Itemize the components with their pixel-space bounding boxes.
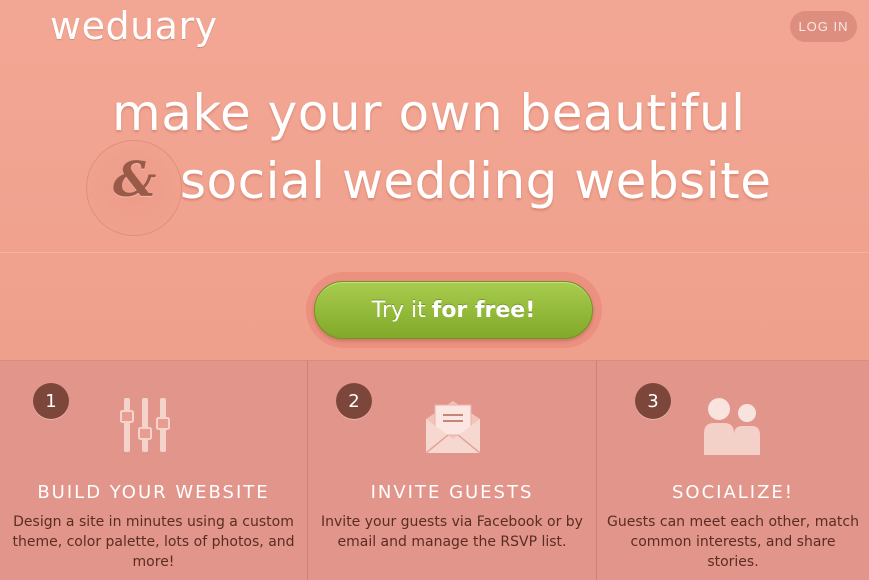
ampersand-glyph: &: [113, 152, 157, 208]
feature-socialize: 3 SOCIALIZE! Guests can meet each other,…: [596, 361, 869, 580]
step-badge-3: 3: [635, 383, 671, 419]
headline-line-1: make your own beautiful: [112, 84, 746, 142]
feature-description: Guests can meet each other, match common…: [607, 514, 859, 570]
sliders-icon: [120, 398, 170, 452]
feature-title: SOCIALIZE!: [671, 482, 795, 503]
feature-title: BUILD YOUR WEBSITE: [37, 482, 270, 503]
cta-label-strong: for free!: [431, 297, 536, 323]
feature-title: INVITE GUESTS: [370, 482, 534, 503]
feature-invite-guests: 2 INVITE GUESTS Invite your guests via F…: [307, 361, 596, 580]
feature-description: Invite your guests via Facebook or by em…: [321, 514, 583, 550]
hero-section: weduary LOG IN & make your own beautiful…: [0, 0, 869, 360]
feature-build-website: 1 BUILD YOUR WEBSITE Design a site in mi…: [0, 361, 307, 580]
step-badge-2: 2: [336, 383, 372, 419]
features-section: 1 BUILD YOUR WEBSITE Design a site in mi…: [0, 360, 869, 580]
login-button[interactable]: LOG IN: [790, 11, 857, 42]
feature-description: Design a site in minutes using a custom …: [12, 514, 295, 570]
try-free-button[interactable]: Try it for free!: [314, 281, 593, 339]
people-icon: [704, 398, 760, 455]
logo[interactable]: weduary: [50, 4, 218, 48]
headline-line-2: social wedding website: [180, 152, 772, 210]
step-badge-1: 1: [33, 383, 69, 419]
envelope-icon: [425, 401, 481, 454]
cta-label-light: Try it: [371, 297, 426, 323]
